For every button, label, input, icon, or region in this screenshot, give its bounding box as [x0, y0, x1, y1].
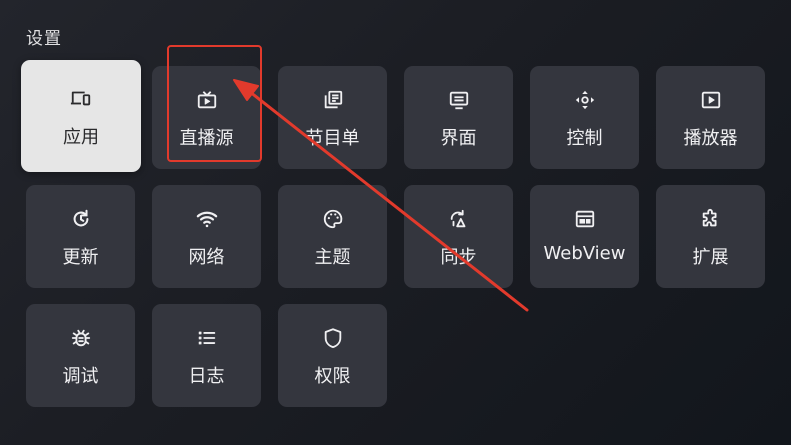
- tile-label: 权限: [314, 366, 351, 387]
- tile-debug[interactable]: 调试: [26, 304, 135, 407]
- tile-label: 节目单: [305, 128, 360, 149]
- tile-live-source[interactable]: 直播源: [152, 66, 261, 169]
- wifi-icon: [152, 208, 261, 230]
- tv-play-icon: [152, 89, 261, 111]
- tile-theme[interactable]: 主题: [278, 185, 387, 288]
- bug-icon: [26, 327, 135, 349]
- tile-permission[interactable]: 权限: [278, 304, 387, 407]
- tile-label: 播放器: [683, 128, 738, 149]
- tile-webview[interactable]: WebView: [530, 185, 639, 288]
- tile-label: 调试: [62, 366, 99, 387]
- tile-control[interactable]: 控制: [530, 66, 639, 169]
- tile-label: 网络: [188, 247, 225, 268]
- tile-interface[interactable]: 界面: [404, 66, 513, 169]
- tile-label: 扩展: [692, 247, 729, 268]
- tile-label: 日志: [188, 366, 225, 387]
- tile-apps[interactable]: 应用: [21, 60, 141, 172]
- tile-label: 主题: [314, 247, 351, 268]
- shield-icon: [278, 327, 387, 349]
- devices-icon: [21, 87, 141, 109]
- tile-extension[interactable]: 扩展: [656, 185, 765, 288]
- player-icon: [656, 89, 765, 111]
- tile-label: WebView: [543, 243, 626, 264]
- palette-icon: [278, 208, 387, 230]
- settings-title: 设置: [26, 29, 62, 49]
- extension-icon: [656, 208, 765, 230]
- dpad-icon: [530, 89, 639, 111]
- tile-update[interactable]: 更新: [26, 185, 135, 288]
- tile-label: 应用: [63, 127, 99, 148]
- tile-label: 更新: [62, 247, 99, 268]
- log-list-icon: [152, 327, 261, 349]
- tile-label: 同步: [440, 247, 477, 268]
- tile-label: 界面: [440, 128, 477, 149]
- tile-label: 直播源: [179, 128, 234, 149]
- tile-network[interactable]: 网络: [152, 185, 261, 288]
- tile-sync[interactable]: 同步: [404, 185, 513, 288]
- tile-player[interactable]: 播放器: [656, 66, 765, 169]
- webview-icon: [530, 208, 639, 230]
- tile-label: 控制: [566, 128, 603, 149]
- interface-icon: [404, 89, 513, 111]
- sync-icon: [404, 208, 513, 230]
- program-list-icon: [278, 89, 387, 111]
- tile-log[interactable]: 日志: [152, 304, 261, 407]
- update-icon: [26, 208, 135, 230]
- tile-program-guide[interactable]: 节目单: [278, 66, 387, 169]
